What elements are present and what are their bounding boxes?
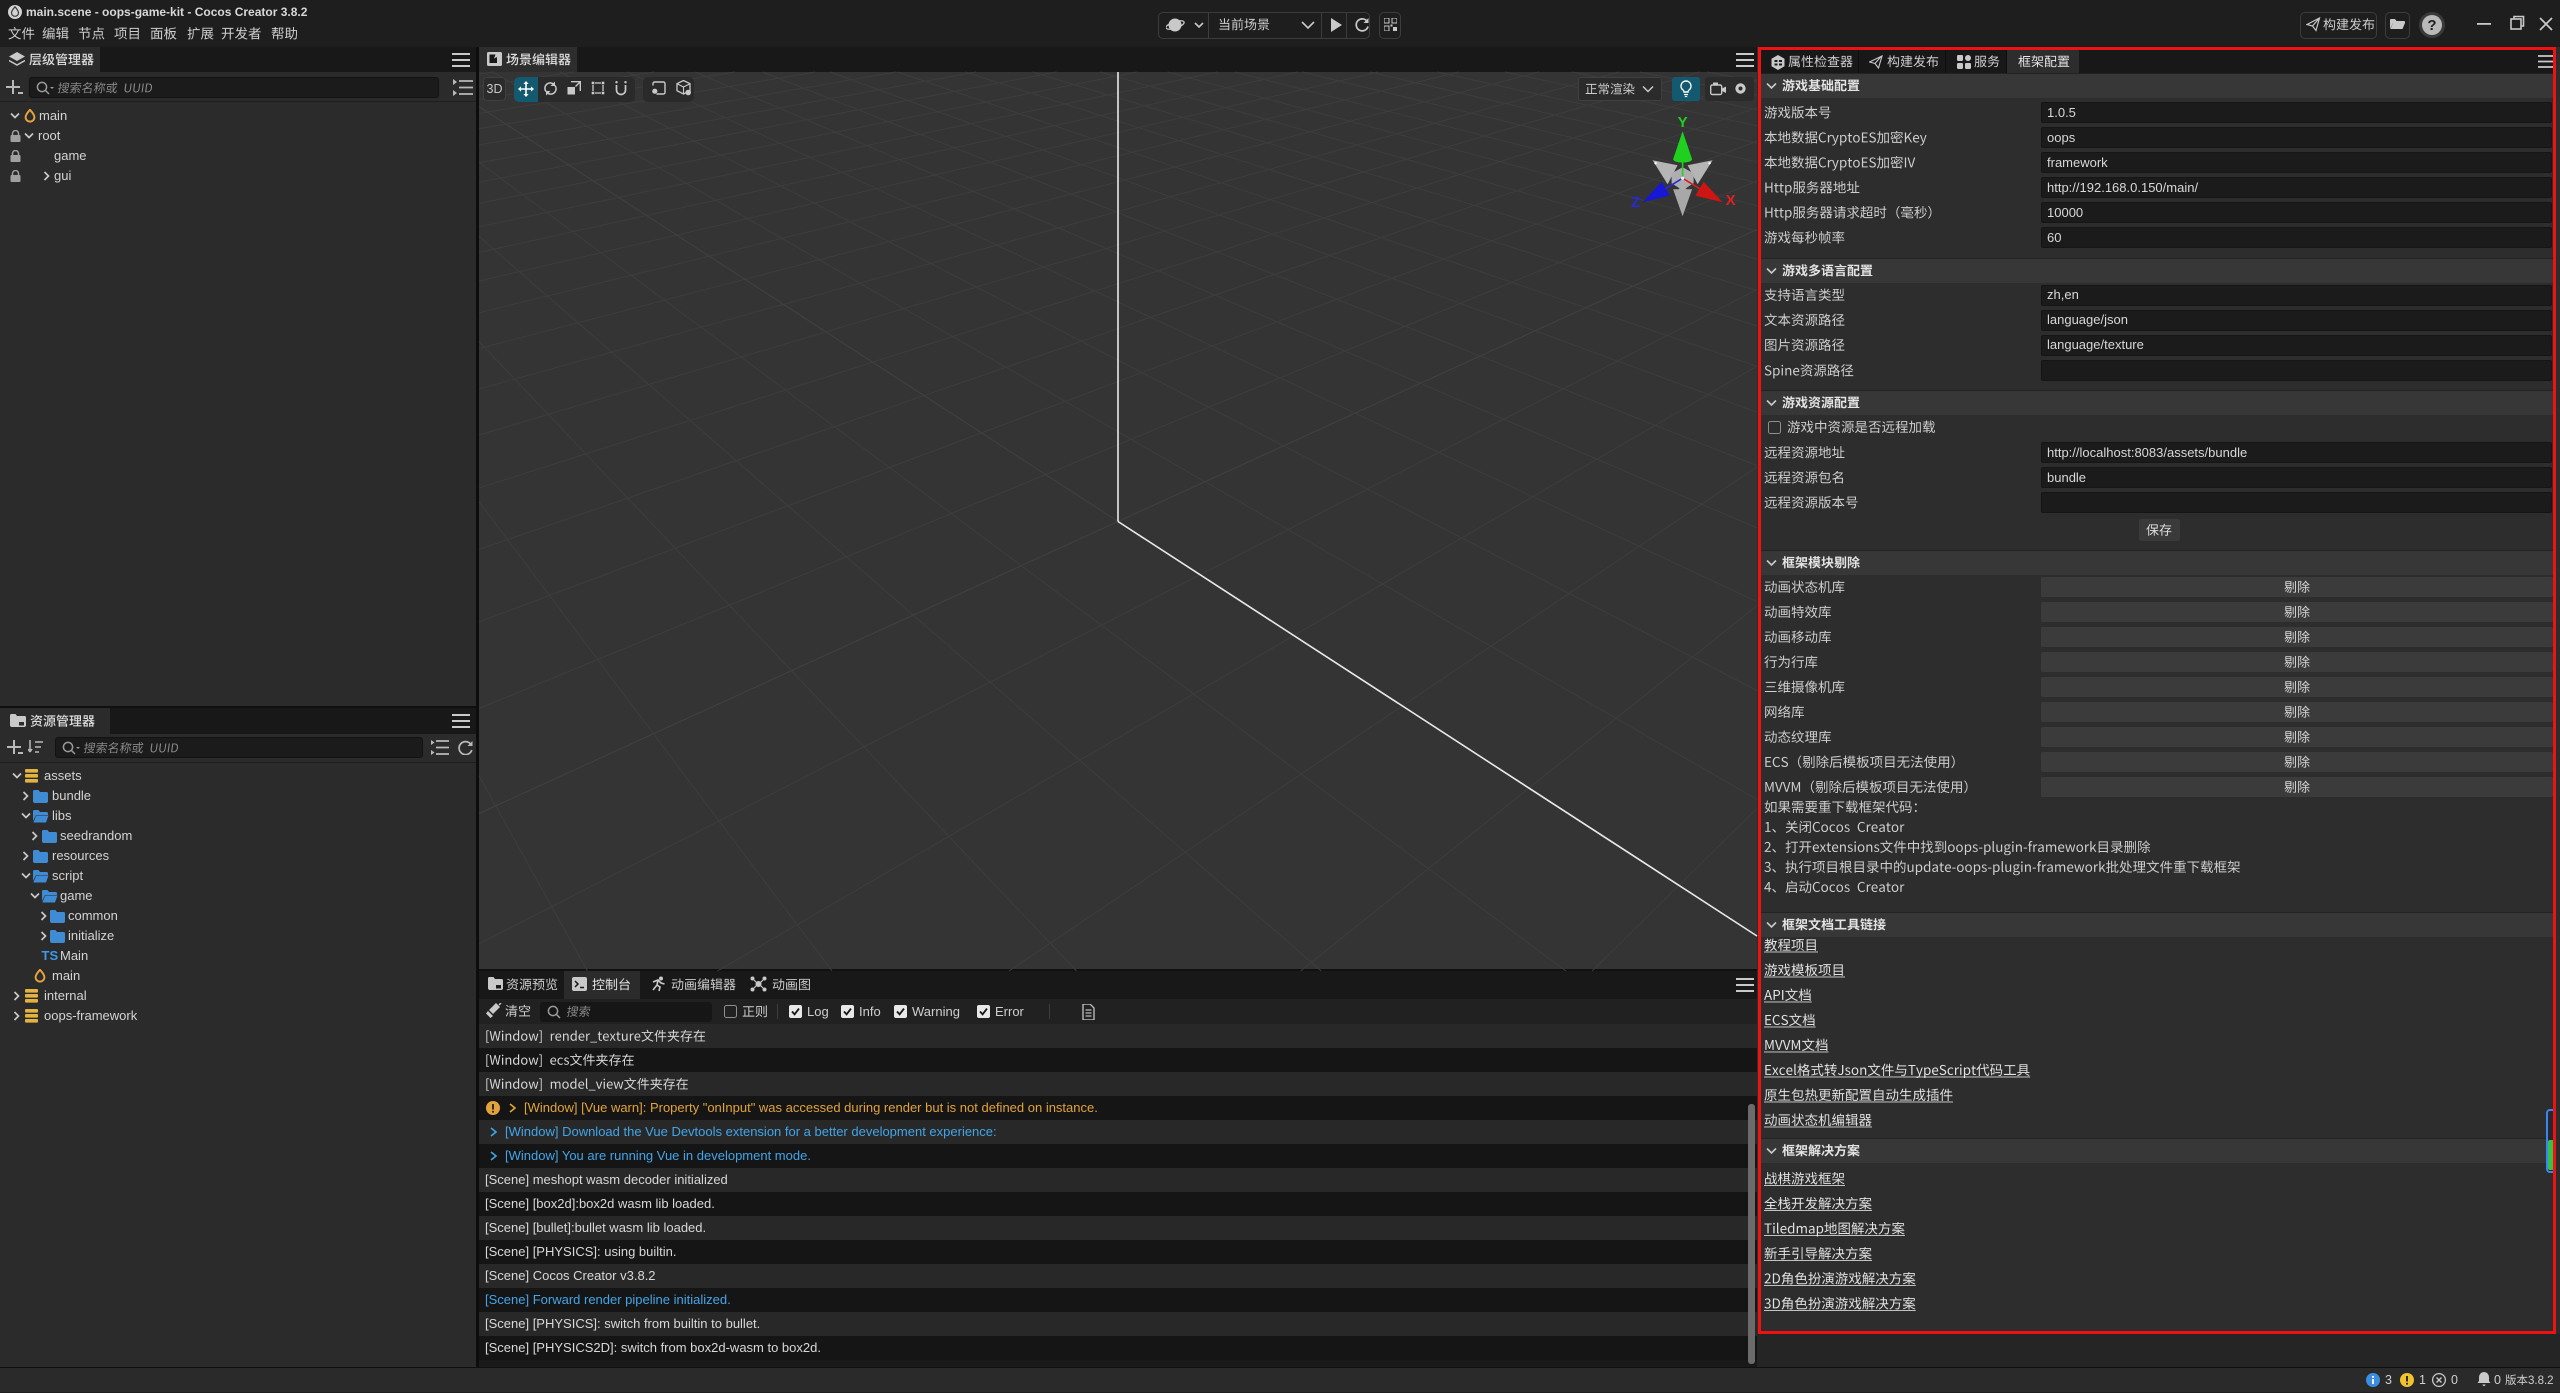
svg-text:Z: Z: [1631, 194, 1640, 211]
svg-text:X: X: [1726, 192, 1736, 209]
svg-text:Y: Y: [1678, 114, 1688, 131]
